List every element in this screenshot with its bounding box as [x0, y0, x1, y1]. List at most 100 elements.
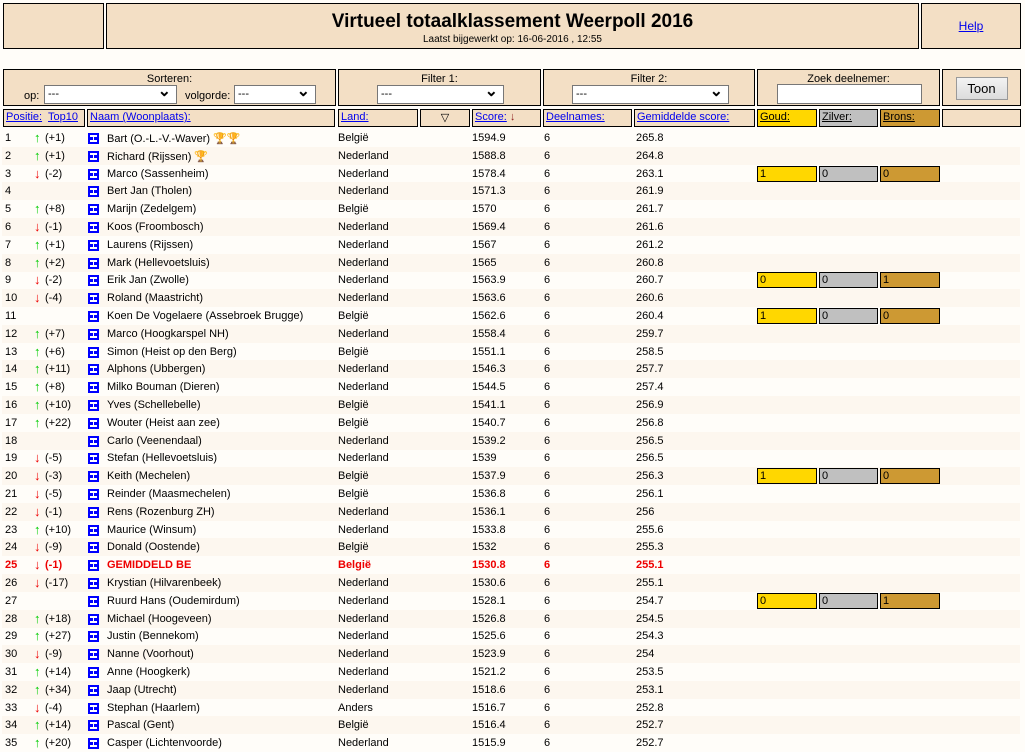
help-link[interactable]: Help	[922, 19, 1020, 33]
profile-icon[interactable]	[88, 293, 99, 305]
participant-name[interactable]: Mark (Hellevoetsluis)	[107, 257, 210, 269]
participant-name[interactable]: Bart (O.-L.-V.-Waver) 🏆🏆	[107, 132, 241, 145]
profile-icon[interactable]	[88, 275, 99, 287]
participant-name[interactable]: Yves (Schellebelle)	[107, 399, 201, 411]
participant-name[interactable]: Bert Jan (Tholen)	[107, 185, 192, 197]
profile-icon[interactable]	[88, 186, 99, 198]
profile-icon[interactable]	[88, 257, 99, 269]
show-button[interactable]: Toon	[955, 77, 1008, 100]
table-row: 19 ↓ (-5) Stefan (Hellevoetsluis) Nederland 1…	[2, 449, 1020, 467]
participant-name[interactable]: Marco (Hoogkarspel NH)	[107, 328, 229, 340]
participant-name[interactable]: Koen De Vogelaere (Assebroek Brugge)	[107, 310, 303, 322]
profile-icon[interactable]	[88, 239, 99, 251]
participant-name[interactable]: Donald (Oostende)	[107, 541, 200, 553]
country: België	[338, 345, 369, 358]
profile-icon[interactable]	[88, 595, 99, 607]
profile-icon[interactable]	[88, 453, 99, 465]
profile-icon[interactable]	[88, 328, 99, 340]
participant-name[interactable]: Marijn (Zedelgem)	[107, 203, 196, 215]
participant-name[interactable]: Stefan (Hellevoetsluis)	[107, 452, 217, 464]
sort-name-link[interactable]: Naam (Woonplaats):	[90, 111, 191, 123]
profile-icon[interactable]	[88, 382, 99, 394]
sort-entries-link[interactable]: Deelnames:	[546, 111, 605, 123]
participant-name[interactable]: Jaap (Utrecht)	[107, 684, 177, 696]
participant-name[interactable]: Alphons (Ubbergen)	[107, 363, 205, 375]
sort-position-link[interactable]: Positie:	[6, 111, 42, 123]
sort-op-select[interactable]: ---	[44, 81, 177, 104]
sort-country-link[interactable]: Land:	[341, 111, 369, 123]
participant-name[interactable]: GEMIDDELD BE	[107, 559, 191, 571]
help-panel: Help	[921, 3, 1021, 49]
sort-avg-link[interactable]: Gemiddelde score:	[637, 111, 729, 123]
filter-icon[interactable]: ▽	[441, 112, 449, 124]
participant-name[interactable]: Maurice (Winsum)	[107, 524, 196, 536]
country: Nederland	[338, 292, 389, 305]
profile-icon[interactable]	[88, 222, 99, 233]
participant-name[interactable]: Michael (Hoogeveen)	[107, 613, 212, 625]
profile-icon[interactable]	[88, 720, 99, 732]
participant-name[interactable]: Roland (Maastricht)	[107, 292, 203, 304]
participant-name[interactable]: Nanne (Voorhout)	[107, 648, 194, 660]
participant-name[interactable]: Richard (Rijssen) 🏆	[107, 150, 208, 163]
profile-icon[interactable]	[88, 524, 99, 536]
average-score: 254.5	[636, 612, 664, 625]
participant-name[interactable]: Simon (Heist op den Berg)	[107, 346, 237, 358]
profile-icon[interactable]	[88, 346, 99, 358]
participant-name[interactable]: Stephan (Haarlem)	[107, 702, 200, 714]
participant-name[interactable]: Marco (Sassenheim)	[107, 168, 208, 180]
participant-name[interactable]: Carlo (Veenendaal)	[107, 435, 202, 447]
header-gold: Goud:	[757, 109, 817, 127]
entries: 6	[544, 149, 551, 162]
profile-icon[interactable]	[88, 613, 99, 625]
sort-score-link[interactable]: Score:	[475, 111, 507, 123]
profile-icon[interactable]	[88, 667, 99, 678]
participant-name[interactable]: Koos (Froombosch)	[107, 221, 204, 233]
profile-icon[interactable]	[88, 542, 99, 554]
top10-link[interactable]: Top10	[48, 111, 78, 123]
profile-icon[interactable]	[88, 506, 99, 518]
profile-icon[interactable]	[88, 649, 99, 661]
profile-icon[interactable]	[88, 471, 99, 483]
participant-name[interactable]: Keith (Mechelen)	[107, 470, 190, 482]
profile-icon[interactable]	[88, 133, 99, 144]
participant-name[interactable]: Anne (Hoogkerk)	[107, 666, 190, 678]
participant-name[interactable]: Laurens (Rijssen)	[107, 239, 193, 251]
profile-icon[interactable]	[88, 364, 99, 376]
participant-name[interactable]: Rens (Rozenburg ZH)	[107, 506, 215, 518]
entries: 6	[544, 594, 551, 607]
position-change: (-3)	[45, 470, 63, 483]
score: 1551.1	[472, 345, 506, 358]
profile-icon[interactable]	[88, 435, 99, 447]
entries: 6	[544, 505, 551, 518]
participant-name[interactable]: Casper (Lichtenvoorde)	[107, 737, 222, 749]
profile-icon[interactable]	[88, 150, 99, 162]
profile-icon[interactable]	[88, 168, 99, 180]
profile-icon[interactable]	[88, 738, 99, 750]
participant-name[interactable]: Reinder (Maasmechelen)	[107, 488, 231, 500]
participant-name[interactable]: Krystian (Hilvarenbeek)	[107, 577, 221, 589]
sort-order-select[interactable]: ---	[234, 81, 316, 104]
profile-icon[interactable]	[88, 204, 99, 216]
participant-name[interactable]: Wouter (Heist aan zee)	[107, 417, 220, 429]
profile-icon[interactable]	[88, 311, 99, 322]
entries: 6	[544, 452, 551, 465]
profile-icon[interactable]	[88, 578, 99, 589]
filter1-select[interactable]: ---	[377, 81, 504, 104]
search-input[interactable]	[777, 84, 922, 104]
position-change: (+14)	[45, 666, 71, 678]
filter2-select[interactable]: ---	[572, 81, 729, 104]
profile-icon[interactable]	[88, 400, 99, 411]
participant-name[interactable]: Erik Jan (Zwolle)	[107, 274, 189, 286]
profile-icon[interactable]	[88, 417, 99, 429]
participant-name[interactable]: Ruurd Hans (Oudemirdum)	[107, 595, 240, 607]
participant-name[interactable]: Pascal (Gent)	[107, 719, 174, 731]
position-change: (+20)	[45, 737, 71, 750]
position: 33	[5, 701, 18, 714]
profile-icon[interactable]	[88, 702, 99, 714]
profile-icon[interactable]	[88, 684, 99, 696]
participant-name[interactable]: Milko Bouman (Dieren)	[107, 381, 219, 393]
profile-icon[interactable]	[88, 560, 99, 572]
profile-icon[interactable]	[88, 489, 99, 500]
participant-name[interactable]: Justin (Bennekom)	[107, 630, 199, 642]
profile-icon[interactable]	[88, 631, 99, 643]
